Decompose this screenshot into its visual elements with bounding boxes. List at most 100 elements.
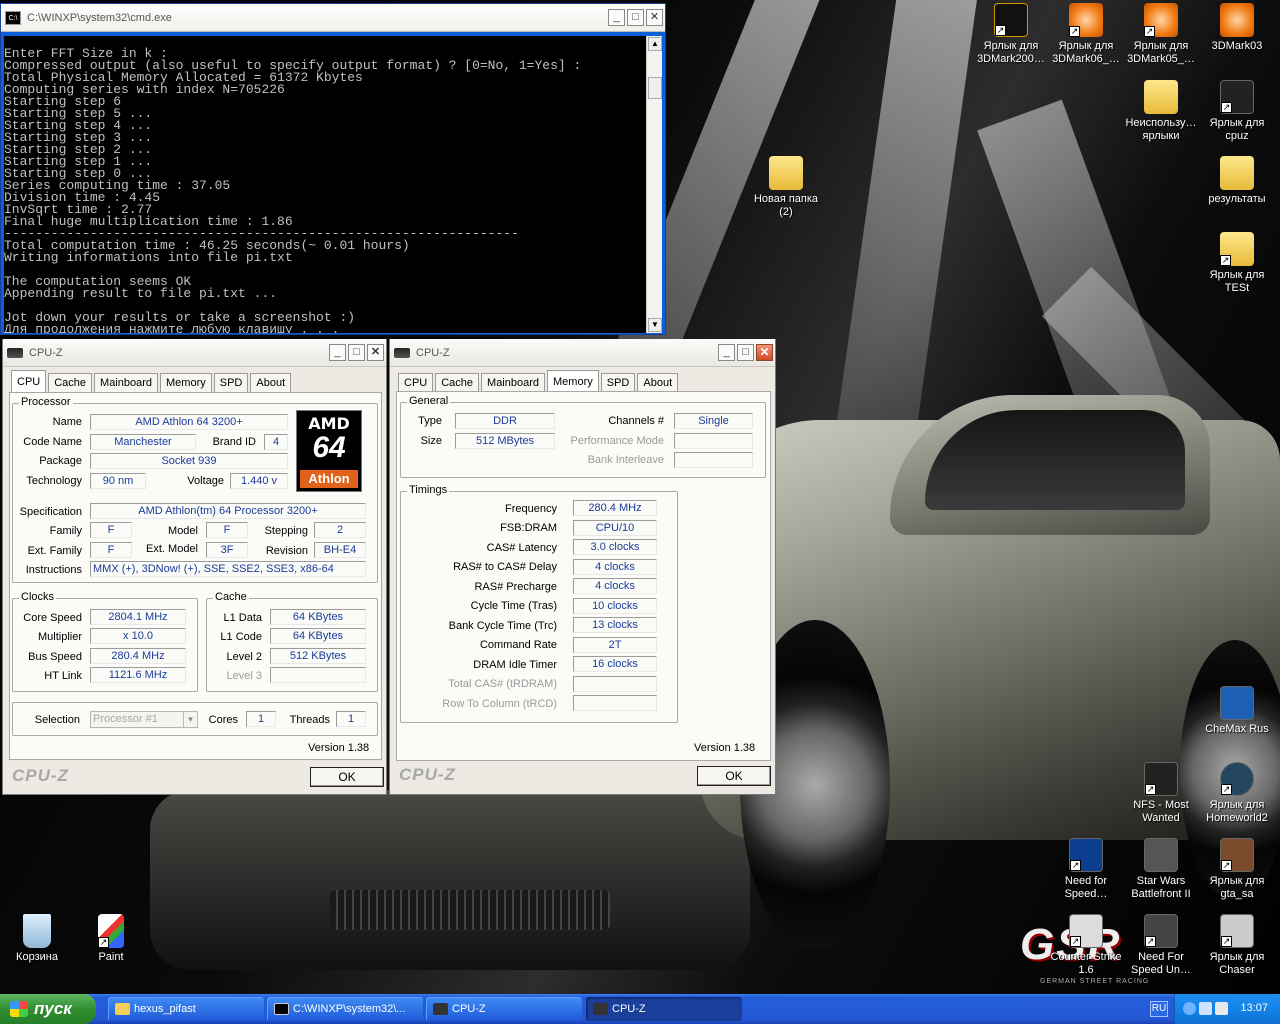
network-icon[interactable] [1199, 1002, 1212, 1015]
desktop-icon-3dmark03[interactable]: 3DMark03 [1198, 3, 1276, 53]
desktop-icon-starwars[interactable]: Star Wars Battlefront II [1122, 838, 1200, 901]
desktop-icon-nfs-mw[interactable]: ↗ NFS - Most Wanted [1122, 762, 1200, 825]
fsbdram-label: FSB:DRAM [500, 522, 557, 534]
processor-select[interactable]: Processor #1 ▼ [90, 711, 198, 728]
chevron-down-icon[interactable]: ▼ [183, 712, 197, 727]
tab-memory[interactable]: Memory [160, 373, 212, 392]
multiplier-value: x 10.0 [90, 628, 186, 644]
desktop-icon-test[interactable]: ↗ Ярлык для TESt [1198, 232, 1276, 295]
tab-bar: CPU Cache Mainboard Memory SPD About [11, 370, 293, 393]
command-rate-value: 2T [573, 637, 657, 653]
tab-memory[interactable]: Memory [547, 370, 599, 392]
brandid-label: Brand ID [212, 436, 256, 448]
version-label: Version 1.38 [308, 742, 370, 754]
voltage-label: Voltage [187, 475, 224, 487]
revision-value: BH-E4 [314, 542, 366, 558]
spec-value: AMD Athlon(tm) 64 Processor 3200+ [90, 503, 366, 519]
frequency-value: 280.4 MHz [573, 500, 657, 516]
tab-cpu[interactable]: CPU [398, 373, 434, 392]
console-scrollbar[interactable]: ▲ ▼ [646, 36, 662, 333]
desktop-icon-unused-shortcuts[interactable]: Неиспользу… ярлыки [1122, 80, 1200, 143]
scroll-down-arrow-icon[interactable]: ▼ [648, 318, 662, 332]
minimize-button[interactable]: _ [329, 344, 346, 361]
cpuz-brand-logo: CPU-Z [399, 765, 456, 784]
desktop-icon-cpuz[interactable]: ↗ Ярлык для cpuz [1198, 80, 1276, 143]
minimize-button[interactable]: _ [718, 344, 735, 361]
level2-label: Level 2 [226, 651, 262, 663]
desktop-icon-nfs-underground[interactable]: ↗ Need For Speed Un… [1122, 914, 1200, 977]
scroll-thumb[interactable] [648, 77, 662, 99]
ras-precharge-value: 4 clocks [573, 578, 657, 594]
language-indicator[interactable]: RU [1150, 1001, 1168, 1017]
desktop-icon-homeworld2[interactable]: ↗ Ярлык для Homeworld2 [1198, 762, 1276, 825]
desktop-icon-gta[interactable]: ↗ Ярлык для gta_sa [1198, 838, 1276, 901]
cmd-title: C:\WINXP\system32\cmd.exe [27, 11, 172, 24]
console-output[interactable]: Enter FFT Size in k : Compressed output (… [4, 36, 647, 333]
taskbar-item-hexus-pifast[interactable]: hexus_pifast [108, 997, 264, 1021]
car-windows [925, 410, 1185, 510]
technology-label: Technology [26, 475, 82, 487]
desktop-icon-counterstrike[interactable]: ↗ Counter-Strike 1.6 [1047, 914, 1125, 977]
desktop-icon-recycle-bin[interactable]: Корзина [0, 914, 76, 964]
spec-label: Specification [19, 506, 82, 518]
ok-button[interactable]: OK [310, 767, 384, 787]
tab-about[interactable]: About [250, 373, 292, 392]
tab-cache[interactable]: Cache [435, 373, 480, 392]
desktop-icon-3dmark2001[interactable]: ↗ Ярлык для 3DMark200… [972, 3, 1050, 66]
close-button[interactable]: ✕ [646, 9, 663, 26]
tab-about[interactable]: About [637, 373, 679, 392]
taskbar-item-cpuz-2[interactable]: CPU-Z [586, 997, 742, 1021]
desktop-icon-chemax[interactable]: CheMax Rus [1198, 686, 1276, 736]
type-value: DDR [455, 413, 555, 429]
maximize-button[interactable]: □ [348, 344, 365, 361]
row-to-column-label: Row To Column (tRCD) [442, 698, 557, 710]
tray-arrow-icon[interactable] [1183, 1002, 1196, 1015]
start-button[interactable]: пуск [0, 994, 96, 1024]
row-to-column-value [573, 695, 657, 711]
desktop-icon-results[interactable]: результаты [1198, 156, 1276, 206]
minimize-button[interactable]: _ [608, 9, 625, 26]
desktop-icon-chaser[interactable]: ↗ Ярлык для Chaser [1198, 914, 1276, 977]
tab-cpu[interactable]: CPU [11, 370, 47, 392]
family-label: Family [49, 525, 82, 537]
scroll-up-arrow-icon[interactable]: ▲ [648, 37, 662, 51]
wallpaper-tagline: GERMAN STREET RACING [1040, 978, 1150, 985]
cmd-titlebar[interactable]: C:\ C:\WINXP\system32\cmd.exe _ □ ✕ [1, 4, 665, 32]
cpuz-titlebar[interactable]: CPU-Z _ □ ✕ [390, 339, 775, 367]
tab-spd[interactable]: SPD [600, 373, 636, 392]
family-value: F [90, 522, 132, 538]
close-button[interactable]: ✕ [756, 344, 773, 361]
tab-mainboard[interactable]: Mainboard [94, 373, 159, 392]
perfmode-value [674, 433, 753, 449]
dram-idle-label: DRAM Idle Timer [473, 659, 557, 671]
desktop-icon-nfs[interactable]: ↗ Need for Speed… [1047, 838, 1125, 901]
tab-spd[interactable]: SPD [213, 373, 249, 392]
total-cas-label: Total CAS# (tRDRAM) [448, 678, 557, 690]
package-label: Package [39, 455, 82, 467]
tab-cache[interactable]: Cache [48, 373, 93, 392]
3dmark-icon: ↗ [1144, 3, 1178, 37]
maximize-button[interactable]: □ [737, 344, 754, 361]
tab-mainboard[interactable]: Mainboard [481, 373, 546, 392]
cas-latency-label: CAS# Latency [486, 542, 557, 554]
cpuz-titlebar[interactable]: CPU-Z _ □ ✕ [3, 339, 386, 367]
nfs-icon: ↗ [1144, 914, 1178, 948]
desktop-icon-3dmark06[interactable]: ↗ Ярлык для 3DMark06_… [1047, 3, 1125, 66]
maximize-button[interactable]: □ [627, 9, 644, 26]
codename-value: Manchester [90, 434, 196, 450]
cmd-window[interactable]: C:\ C:\WINXP\system32\cmd.exe _ □ ✕ Ente… [0, 3, 666, 335]
close-button[interactable]: ✕ [367, 344, 384, 361]
taskbar-item-cmd[interactable]: C:\WINXP\system32\... [267, 997, 423, 1021]
starwars-icon [1144, 838, 1178, 872]
desktop-icon-new-folder[interactable]: Новая папка (2) [747, 156, 825, 219]
3dmark-icon: ↗ [994, 3, 1028, 37]
ok-button[interactable]: OK [697, 766, 771, 786]
total-cas-value [573, 676, 657, 692]
desktop-icon-3dmark05[interactable]: ↗ Ярлык для 3DMark05_… [1122, 3, 1200, 66]
desktop-icon-paint[interactable]: ↗ Paint [72, 914, 150, 964]
fsbdram-value: CPU/10 [573, 520, 657, 536]
volume-icon[interactable] [1215, 1002, 1228, 1015]
cmd-icon [274, 1003, 289, 1015]
trc-label: Bank Cycle Time (Trc) [448, 620, 557, 632]
taskbar-item-cpuz-1[interactable]: CPU-Z [426, 997, 582, 1021]
